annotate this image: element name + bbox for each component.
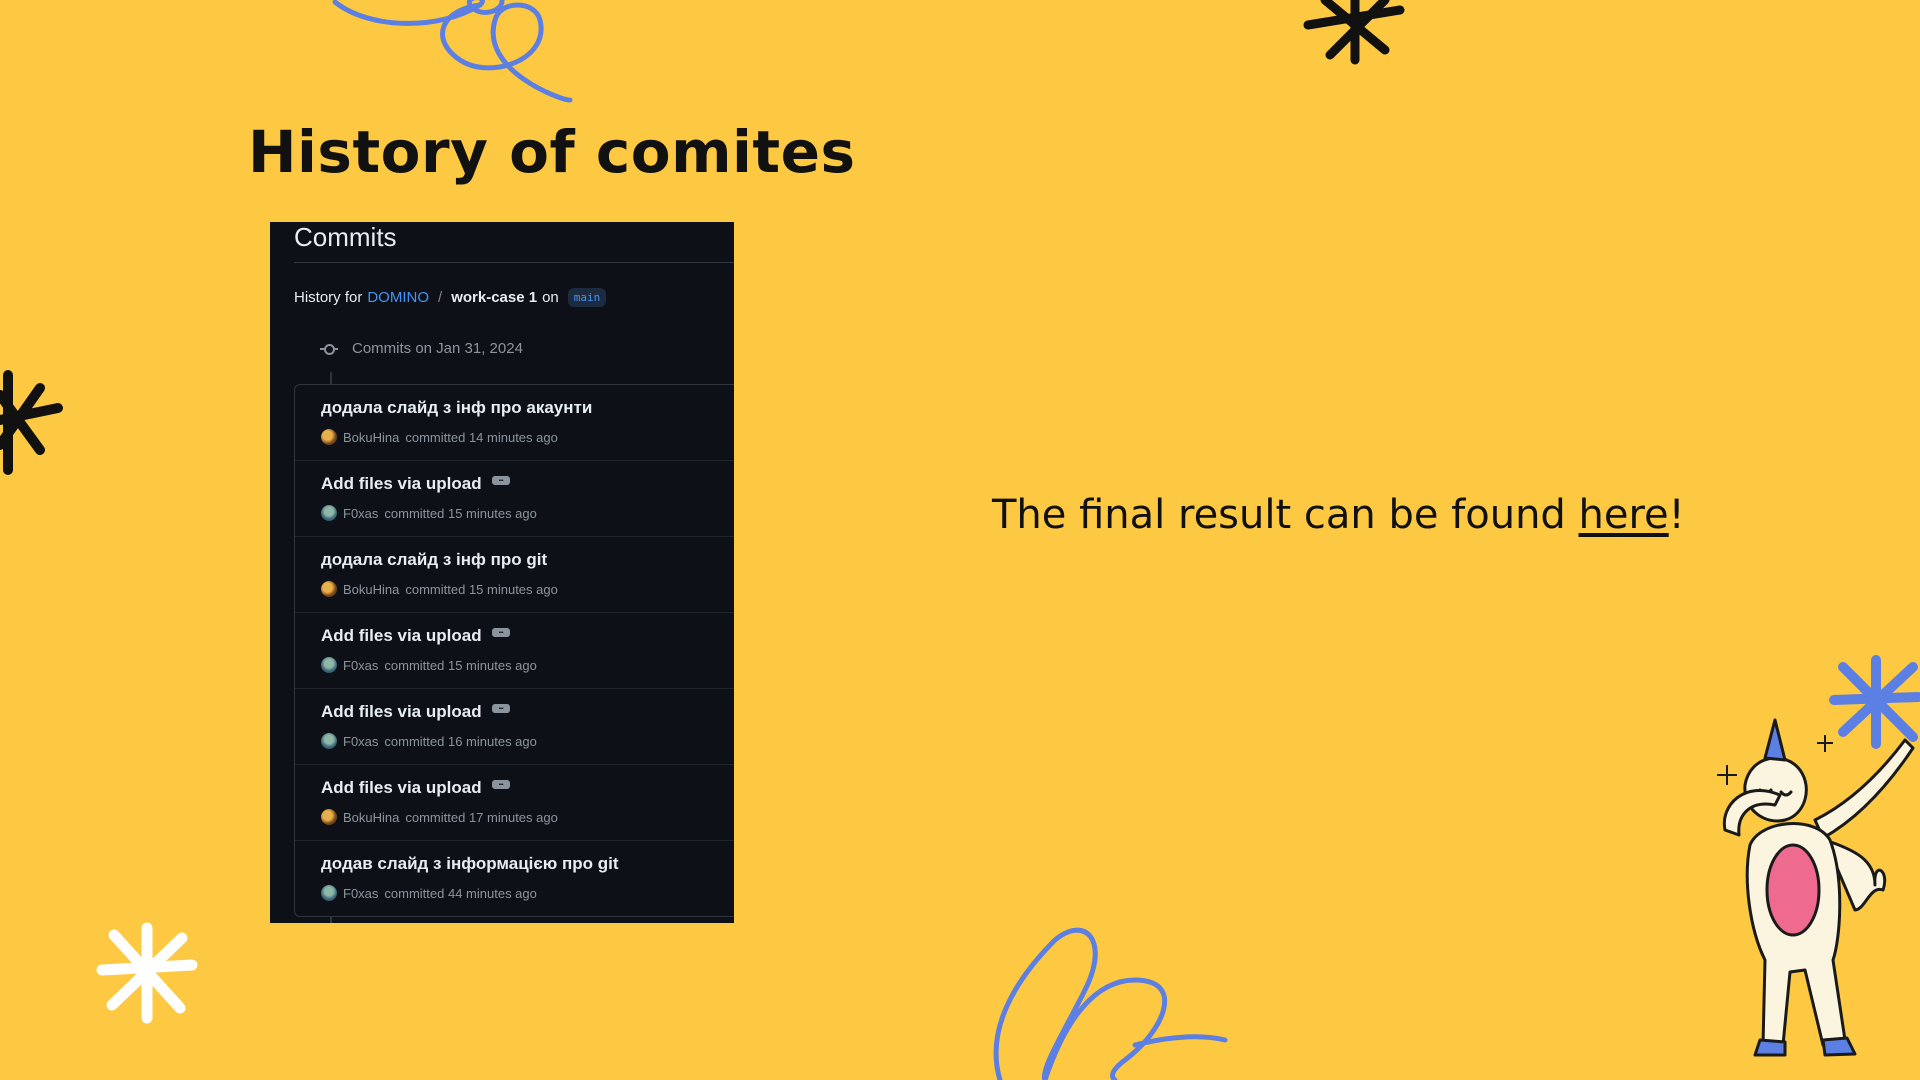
white-asterisk (96, 922, 198, 1024)
unicorn-illustration (1717, 718, 1915, 1057)
commit-author[interactable]: F0xas (343, 886, 378, 901)
commit-time: committed 15 minutes ago (384, 657, 537, 673)
here-link[interactable]: here (1579, 492, 1669, 538)
repo-name: work-case 1 (451, 289, 538, 306)
commit-author[interactable]: F0xas (343, 734, 378, 749)
commit-time: committed 15 minutes ago (405, 581, 558, 597)
commit-icon (320, 343, 338, 355)
history-prefix: History for (294, 289, 363, 306)
commit-time: committed 44 minutes ago (384, 885, 537, 901)
commit-row[interactable]: Add files via upload... BokuHina committe… (295, 765, 734, 841)
commit-list: додала слайд з інф про акаунти BokuHina c… (294, 384, 734, 917)
avatar[interactable] (321, 809, 337, 825)
commit-time: committed 17 minutes ago (405, 809, 558, 825)
commit-author[interactable]: F0xas (343, 506, 378, 521)
commit-row[interactable]: Add files via upload... F0xas committed 1… (295, 461, 734, 537)
avatar[interactable] (321, 581, 337, 597)
ellipsis-icon[interactable]: ... (491, 625, 510, 637)
commit-author[interactable]: BokuHina (343, 582, 399, 597)
final-result-text: The final result can be found here! (992, 492, 1685, 538)
avatar[interactable] (321, 505, 337, 521)
result-suffix: ! (1668, 492, 1685, 538)
commits-screenshot: Commits History for DOMINO / work-case 1… (270, 222, 734, 923)
result-text: The final result can be found (992, 492, 1579, 538)
blue-scribble-top (332, 0, 573, 103)
commit-row[interactable]: додав слайд з інформацією про git F0xas c… (295, 841, 734, 916)
commit-author[interactable]: F0xas (343, 658, 378, 673)
divider (294, 262, 734, 263)
commit-time: committed 15 minutes ago (384, 505, 537, 521)
commit-message[interactable]: Add files via upload (321, 778, 482, 798)
commit-message[interactable]: додав слайд з інформацією про git (321, 854, 619, 874)
black-asterisk-left (0, 370, 63, 475)
ellipsis-icon[interactable]: ... (491, 473, 510, 485)
commit-author[interactable]: BokuHina (343, 430, 399, 445)
blue-scribble-bottom (993, 927, 1228, 1080)
commit-message[interactable]: Add files via upload (321, 626, 482, 646)
ellipsis-icon[interactable]: ... (491, 777, 510, 789)
avatar[interactable] (321, 885, 337, 901)
avatar[interactable] (321, 429, 337, 445)
commit-row[interactable]: Add files via upload... F0xas committed 1… (295, 613, 734, 689)
branch-badge[interactable]: main (567, 288, 607, 307)
avatar[interactable] (321, 657, 337, 673)
commit-date-header: Commits on Jan 31, 2024 (320, 340, 523, 357)
slide-title: History of comites (248, 118, 856, 186)
repo-owner-link[interactable]: DOMINO (367, 289, 429, 306)
black-asterisk-top (1303, 0, 1405, 65)
commit-message[interactable]: додала слайд з інф про git (321, 550, 547, 570)
on-label: on (542, 289, 559, 306)
commits-heading: Commits (294, 222, 397, 252)
commit-row[interactable]: додала слайд з інф про акаунти BokuHina c… (295, 385, 734, 461)
avatar[interactable] (321, 733, 337, 749)
breadcrumb-separator: / (438, 289, 443, 306)
commit-message[interactable]: Add files via upload (321, 474, 482, 494)
commit-time: committed 14 minutes ago (405, 429, 558, 445)
commit-row[interactable]: додала слайд з інф про git BokuHina commi… (295, 537, 734, 613)
ellipsis-icon[interactable]: ... (491, 701, 510, 713)
commit-row[interactable]: Add files via upload... F0xas committed 1… (295, 689, 734, 765)
history-breadcrumb: History for DOMINO / work-case 1 on main (294, 288, 607, 307)
commit-message[interactable]: додала слайд з інф про акаунти (321, 398, 592, 418)
commit-message[interactable]: Add files via upload (321, 702, 482, 722)
commit-author[interactable]: BokuHina (343, 810, 399, 825)
commit-date-label: Commits on Jan 31, 2024 (352, 340, 523, 357)
commit-time: committed 16 minutes ago (384, 733, 537, 749)
